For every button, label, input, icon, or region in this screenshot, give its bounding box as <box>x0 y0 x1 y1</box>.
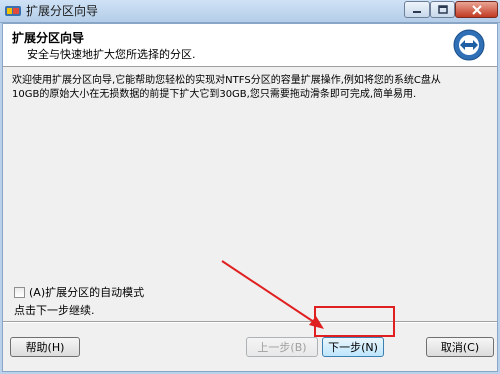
annotation-arrow <box>221 260 324 329</box>
